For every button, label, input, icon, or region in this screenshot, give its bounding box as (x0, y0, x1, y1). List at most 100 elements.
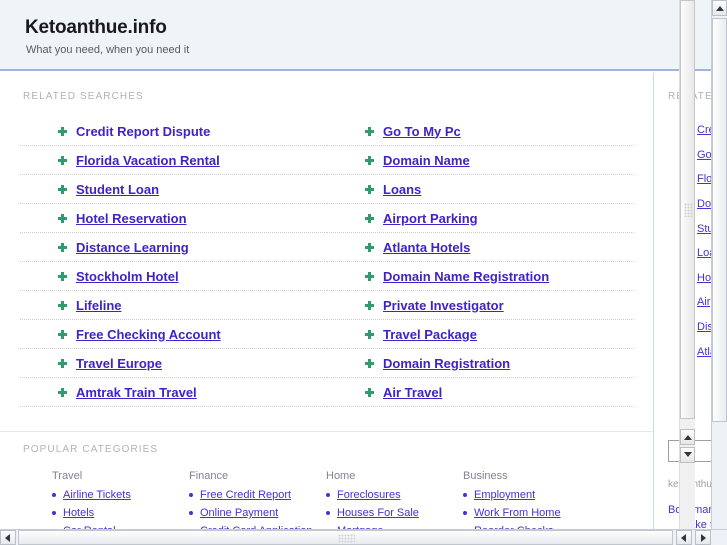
related-search-row[interactable]: Air Travel (327, 378, 634, 407)
related-search-row[interactable]: Airport Parking (327, 204, 634, 233)
related-search-link[interactable]: Domain Name (383, 153, 470, 168)
category-link[interactable]: Free Credit Report (200, 489, 291, 501)
category-link[interactable]: Hotels (63, 507, 94, 519)
scroll-left-button-secondary[interactable] (676, 530, 692, 545)
window-scroll-up-button[interactable] (712, 0, 727, 16)
category-link[interactable]: Houses For Sale (337, 507, 419, 519)
related-search-row[interactable]: Atlanta Hotels (327, 233, 634, 262)
related-search-link[interactable]: Go To My Pc (383, 124, 461, 139)
sidebar-link[interactable]: Hotel Reservation (697, 272, 711, 284)
site-title: Ketoanthue.info (25, 17, 167, 38)
related-search-link[interactable]: Airport Parking (383, 211, 478, 226)
related-search-row[interactable]: Hotel Reservation (20, 204, 327, 233)
related-search-row[interactable]: Travel Package (327, 320, 634, 349)
related-search-link[interactable]: Lifeline (76, 298, 122, 313)
related-search-link[interactable]: Stockholm Hotel (76, 269, 179, 284)
related-search-link[interactable]: Distance Learning (76, 240, 189, 255)
related-search-link[interactable]: Air Travel (383, 385, 442, 400)
sidebar-link[interactable]: Atlanta Hotels (697, 346, 711, 358)
popular-categories-section: POPULAR CATEGORIES Travel Airline Tickets… (0, 431, 653, 529)
related-search-row[interactable]: Distance Learning (20, 233, 327, 262)
related-search-row[interactable]: Go To My Pc (327, 117, 634, 146)
related-search-row[interactable]: Lifeline (20, 291, 327, 320)
window-horizontal-scrollbar[interactable] (0, 529, 727, 545)
related-search-row[interactable]: Private Investigator (327, 291, 634, 320)
plus-bullet-icon (58, 242, 67, 252)
related-search-row[interactable]: Domain Registration (327, 349, 634, 378)
related-search-row[interactable]: Florida Vacation Rental (20, 146, 327, 175)
sidebar-link[interactable]: Florida Vacation Rental (697, 173, 711, 185)
related-search-row[interactable]: Student Loan (20, 175, 327, 204)
category-link[interactable]: Work From Home (474, 507, 561, 519)
page-content: Ketoanthue.info What you need, when you … (0, 0, 711, 529)
window-vertical-scrollbar[interactable] (711, 0, 727, 529)
triangle-down-icon (683, 452, 692, 457)
content-scroll-up-button[interactable] (680, 429, 695, 445)
scroll-right-button[interactable] (695, 530, 711, 545)
plus-bullet-icon (58, 300, 67, 310)
related-search-row[interactable]: Stockholm Hotel (20, 262, 327, 291)
related-search-row[interactable]: Domain Name (327, 146, 634, 175)
category-item[interactable]: Free Credit Report (189, 489, 326, 501)
sidebar-link[interactable]: Domain Name (697, 198, 711, 210)
category-item[interactable]: Work From Home (463, 507, 600, 519)
plus-bullet-icon (58, 358, 67, 368)
category-item[interactable]: Airline Tickets (52, 489, 189, 501)
sidebar-link[interactable]: Credit Report Dispute (697, 124, 711, 136)
related-search-link[interactable]: Student Loan (76, 182, 159, 197)
sidebar-link[interactable]: Student Loan (697, 223, 711, 235)
related-search-link[interactable]: Travel Package (383, 327, 477, 342)
related-search-link[interactable]: Amtrak Train Travel (76, 385, 197, 400)
category-column: HomeForeclosuresHouses For SaleMortgage (326, 470, 463, 529)
related-search-row[interactable]: Credit Report Dispute (20, 117, 327, 146)
content-vertical-scrollbar[interactable] (679, 0, 695, 529)
category-item[interactable]: Hotels (52, 507, 189, 519)
sidebar-link[interactable]: Distance Learning (697, 321, 711, 333)
dot-bullet-icon (326, 511, 330, 515)
related-search-link[interactable]: Loans (383, 182, 421, 197)
plus-bullet-icon (58, 126, 67, 136)
related-search-link[interactable]: Hotel Reservation (76, 211, 187, 226)
plus-bullet-icon (365, 300, 374, 310)
related-search-row[interactable]: Amtrak Train Travel (20, 378, 327, 407)
category-title: Finance (189, 470, 229, 482)
content-scroll-down-button[interactable] (680, 447, 695, 463)
category-link[interactable]: Online Payment (200, 507, 278, 519)
related-search-row[interactable]: Domain Name Registration (327, 262, 634, 291)
related-search-row[interactable]: Travel Europe (20, 349, 327, 378)
category-item[interactable]: Houses For Sale (326, 507, 463, 519)
category-item[interactable]: Online Payment (189, 507, 326, 519)
horizontal-scrollbar-thumb[interactable] (18, 530, 673, 545)
triangle-left-icon (5, 533, 10, 542)
category-item[interactable]: Employment (463, 489, 600, 501)
site-header: Ketoanthue.info What you need, when you … (0, 0, 711, 71)
main-column: RELATED SEARCHES Credit Report Dispute Fl… (0, 73, 653, 529)
related-search-link[interactable]: Free Checking Account (76, 327, 221, 342)
plus-bullet-icon (365, 242, 374, 252)
category-link[interactable]: Employment (474, 489, 535, 501)
sidebar-link[interactable]: Airport Parking (697, 296, 711, 308)
window-vertical-scrollbar-thumb[interactable] (712, 18, 727, 422)
related-search-link[interactable]: Travel Europe (76, 356, 162, 371)
category-link[interactable]: Foreclosures (337, 489, 401, 501)
related-search-link[interactable]: Private Investigator (383, 298, 504, 313)
sidebar-link[interactable]: Loans (697, 247, 711, 259)
related-search-link[interactable]: Florida Vacation Rental (76, 153, 220, 168)
related-search-link[interactable]: Domain Registration (383, 356, 510, 371)
content-vertical-scrollbar-thumb[interactable] (680, 0, 695, 419)
category-title: Business (463, 470, 508, 482)
popular-categories-grid: TravelAirline TicketsHotelsCar RentalFin… (52, 470, 600, 529)
category-item[interactable]: Foreclosures (326, 489, 463, 501)
related-search-link[interactable]: Domain Name Registration (383, 269, 549, 284)
related-search-row[interactable]: Loans (327, 175, 634, 204)
related-search-link[interactable]: Atlanta Hotels (383, 240, 470, 255)
related-searches-grid: Credit Report Dispute Florida Vacation Re… (20, 117, 634, 407)
related-search-link[interactable]: Credit Report Dispute (76, 124, 210, 139)
category-link[interactable]: Airline Tickets (63, 489, 131, 501)
scroll-left-button[interactable] (0, 530, 16, 545)
related-search-row[interactable]: Free Checking Account (20, 320, 327, 349)
scrollbar-grip-icon (684, 202, 693, 217)
dot-bullet-icon (189, 511, 193, 515)
sidebar-link[interactable]: Go To My Pc (697, 149, 711, 161)
dot-bullet-icon (189, 493, 193, 497)
